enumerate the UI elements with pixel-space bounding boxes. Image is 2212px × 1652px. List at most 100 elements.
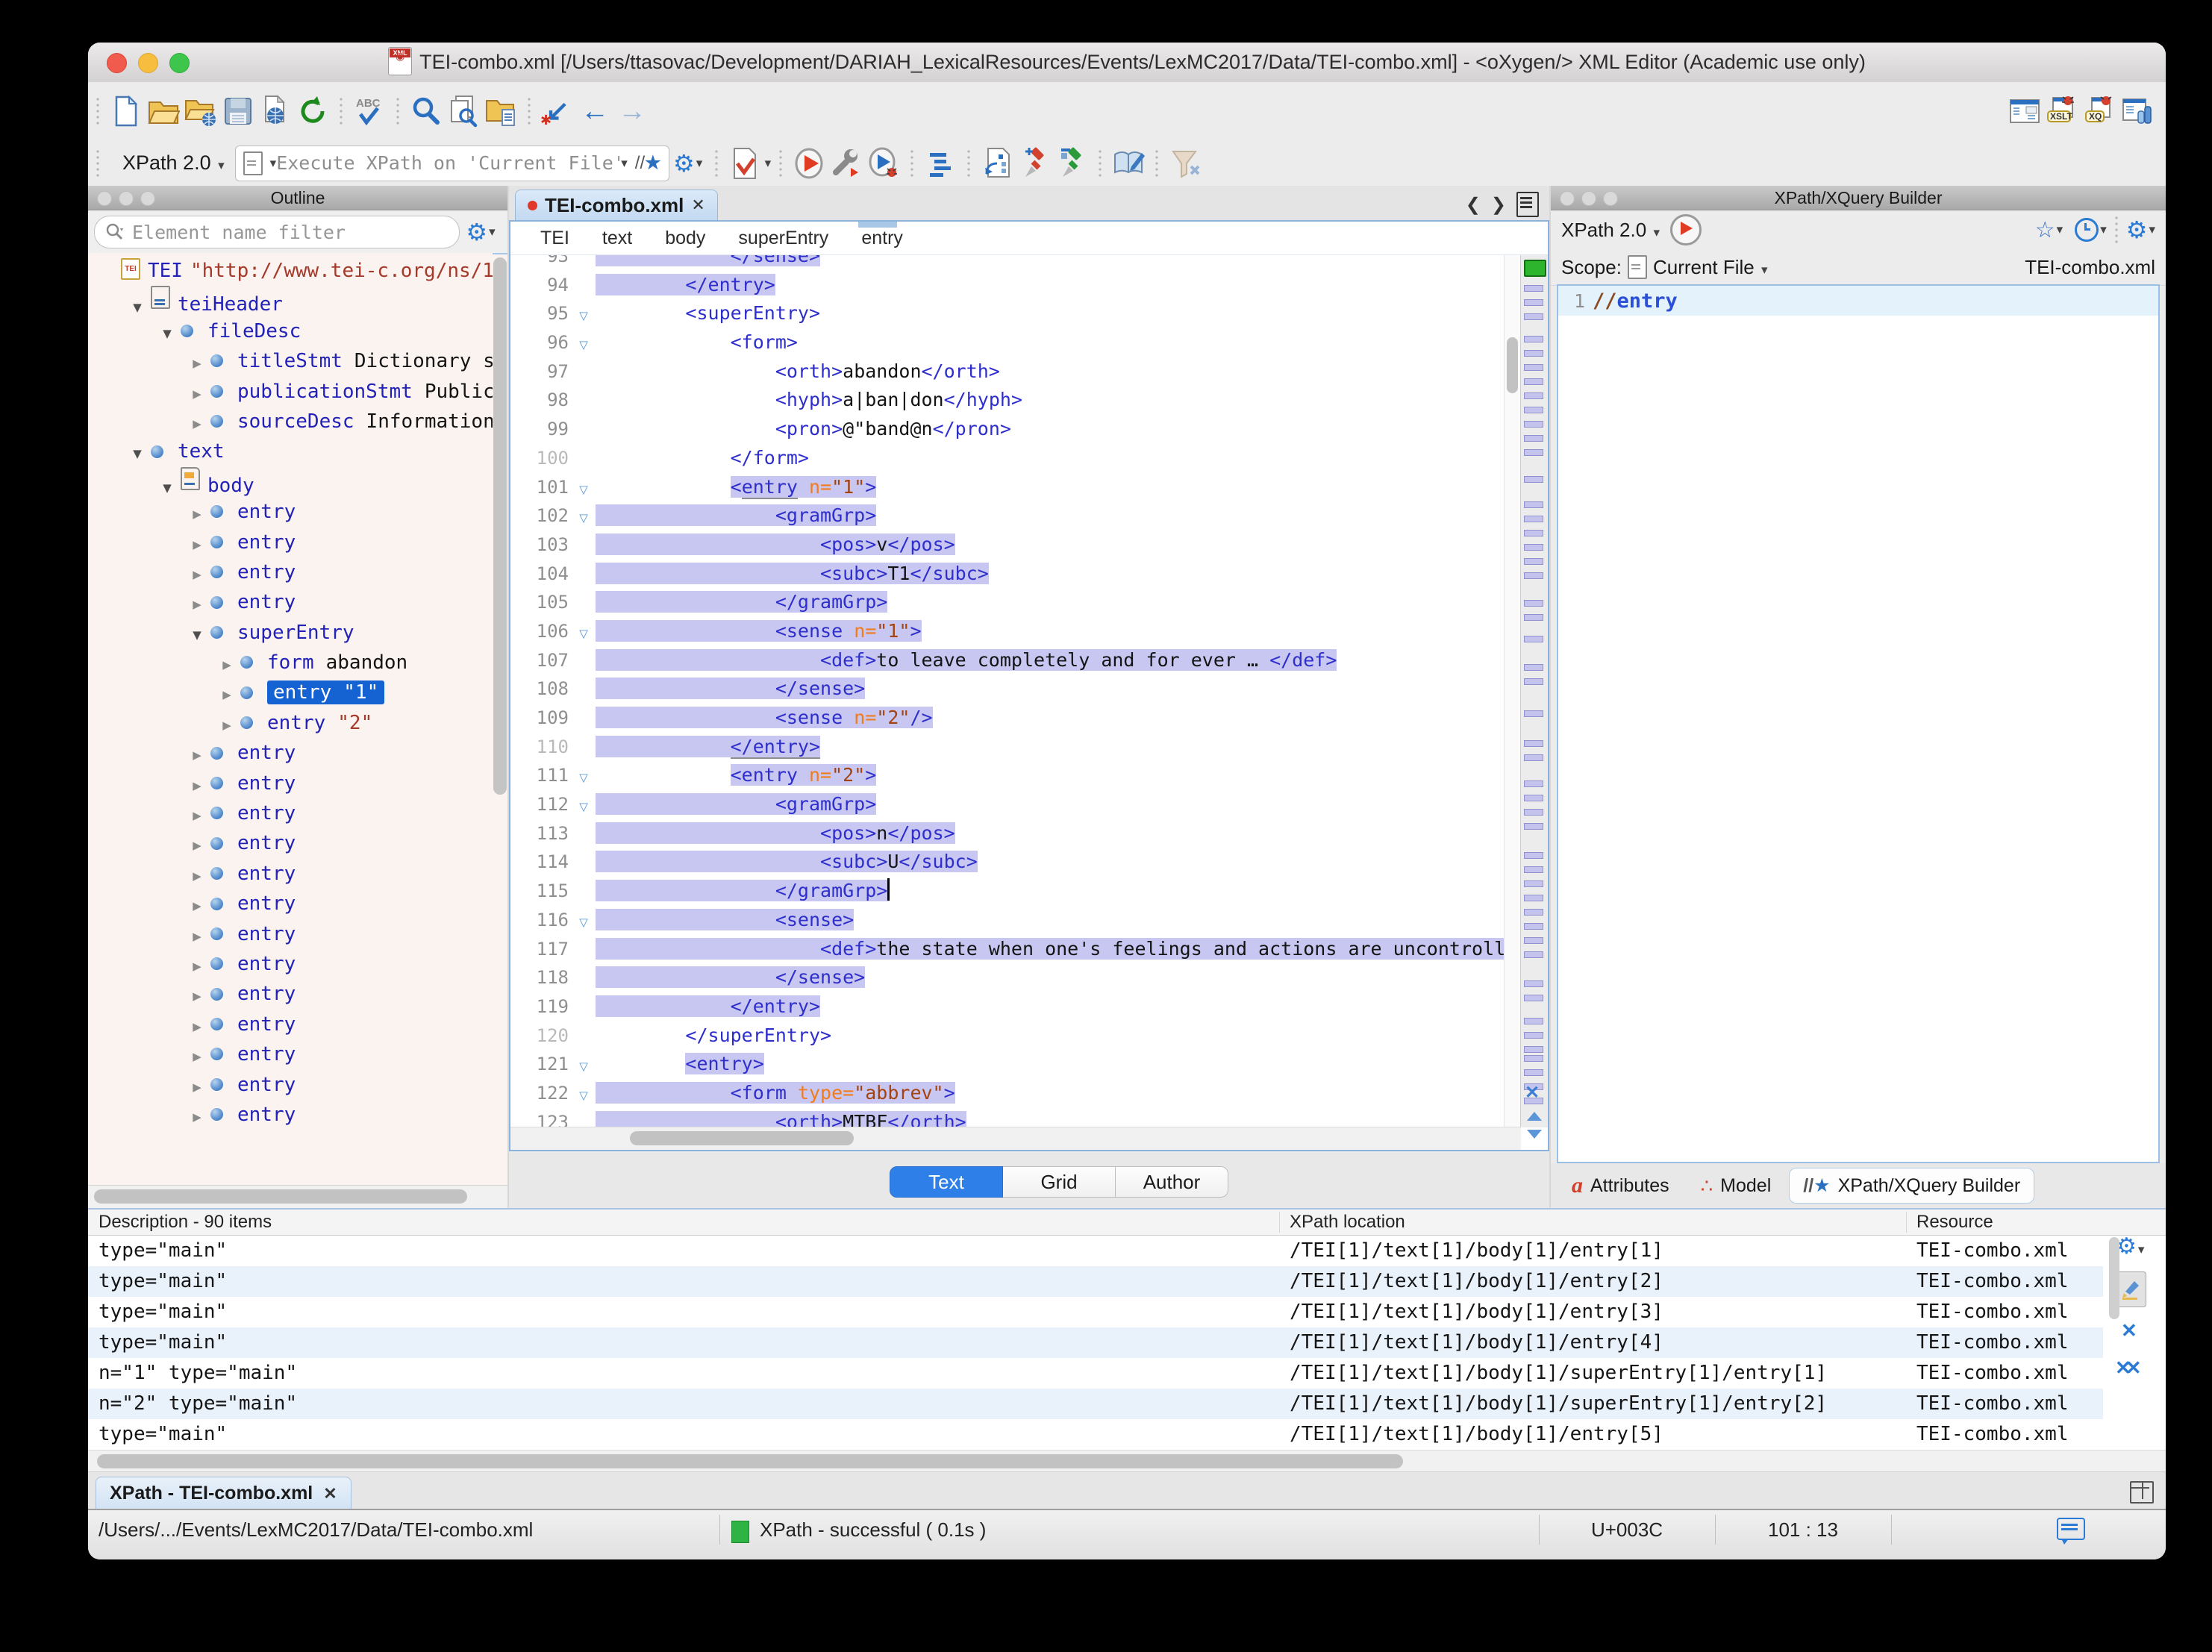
panel-buttons[interactable] (1560, 191, 1618, 206)
code-line[interactable]: 103 <pos>v</pos> (510, 531, 1521, 560)
panel-grid-icon[interactable] (2130, 1481, 2154, 1504)
collapse-icon[interactable]: ▼ (154, 473, 181, 503)
scope-dropdown[interactable]: Current File ▾ (1653, 256, 1768, 279)
code-line[interactable]: 113 <pos>n</pos> (510, 819, 1521, 848)
outline-header[interactable]: Outline (88, 186, 507, 210)
occurrence-marker[interactable] (1524, 809, 1543, 816)
outline-node[interactable]: ▶entry (88, 828, 493, 858)
occurrence-marker[interactable] (1524, 558, 1543, 565)
fold-icon[interactable]: ▽ (572, 792, 596, 822)
history-clock-icon[interactable] (2075, 218, 2099, 242)
result-row[interactable]: type="main"/TEI[1]/text[1]/body[1]/entry… (88, 1297, 2103, 1327)
occurrence-marker[interactable] (1524, 1069, 1543, 1076)
code-line[interactable]: 117 <def>the state when one's feelings a… (510, 935, 1521, 964)
fold-icon[interactable]: ▽ (572, 1081, 596, 1110)
fold-icon[interactable]: ▽ (572, 908, 596, 937)
results-horizontal-scrollbar[interactable] (88, 1450, 2166, 1473)
xpath-version-dropdown[interactable]: XPath 2.0 ▾ (122, 151, 225, 175)
breadcrumb-item-entry[interactable]: entry (861, 228, 903, 249)
expand-icon[interactable]: ▶ (184, 409, 210, 439)
occurrence-marker[interactable] (1524, 378, 1543, 385)
result-row[interactable]: type="main"/TEI[1]/text[1]/body[1]/entry… (88, 1266, 2103, 1297)
collapse-icon[interactable]: ▼ (124, 292, 151, 322)
expand-icon[interactable]: ▶ (184, 861, 210, 891)
expand-icon[interactable]: ▶ (213, 650, 240, 680)
breadcrumb-item-superEntry[interactable]: superEntry (738, 228, 828, 249)
outline-node[interactable]: ▶entry (88, 919, 493, 949)
editor-tab[interactable]: TEI-combo.xml ✕ (515, 190, 718, 220)
code-line[interactable]: 102▽ <gramGrp> (510, 501, 1521, 531)
debug-xquery-button[interactable]: XQ (2081, 93, 2118, 130)
occurrence-marker[interactable] (1524, 880, 1543, 887)
code-line[interactable]: 93 </sense> (510, 255, 1521, 271)
xpath-settings-button[interactable]: ⚙▾ (669, 145, 707, 182)
xpath-expression-editor[interactable]: 1 //entry (1557, 284, 2160, 1163)
debug-scenario-button[interactable] (865, 145, 902, 182)
transformation-scenario-button[interactable] (978, 145, 1016, 182)
outline-node[interactable]: ▶entry (88, 557, 493, 587)
code-line[interactable]: 112▽ <gramGrp> (510, 790, 1521, 819)
scrollbar-thumb[interactable] (94, 1189, 467, 1204)
occurrence-marker[interactable] (1524, 866, 1543, 873)
next-marker-icon[interactable] (1527, 1130, 1542, 1139)
fold-icon[interactable]: ▽ (572, 475, 596, 504)
expand-icon[interactable]: ▶ (184, 499, 210, 529)
resource-column-header[interactable]: Resource (1916, 1210, 1993, 1235)
fold-icon[interactable]: ▽ (572, 331, 596, 360)
occurrence-marker[interactable] (1524, 937, 1543, 944)
occurrence-marker[interactable] (1524, 740, 1543, 747)
next-editor-icon[interactable]: ❯ (1491, 194, 1506, 216)
outline-node[interactable]: ▶sourceDescInformation (88, 407, 493, 437)
close-tab-icon[interactable]: ✕ (323, 1484, 337, 1504)
fold-icon[interactable]: ▽ (572, 504, 596, 533)
code-line[interactable]: 118 </sense> (510, 963, 1521, 992)
execute-xpath-button[interactable] (1670, 214, 1702, 245)
occurrence-marker[interactable] (1524, 852, 1543, 859)
code-line[interactable]: 108 </sense> (510, 675, 1521, 704)
outline-node[interactable]: ▼teiHeader (88, 286, 493, 316)
builder-settings-button[interactable]: ⚙ (2126, 218, 2148, 242)
code-line[interactable]: 96▽ <form> (510, 328, 1521, 357)
outline-node[interactable]: ▶entry (88, 798, 493, 828)
review-edit-button[interactable] (1110, 145, 1147, 182)
expand-icon[interactable]: ▶ (184, 951, 210, 981)
xpath-column-header[interactable]: XPath location (1290, 1210, 1405, 1235)
occurrence-marker[interactable] (1524, 951, 1543, 958)
element-filter-input[interactable]: Element name filter (94, 216, 460, 248)
view-button-text[interactable]: Text (890, 1166, 1003, 1198)
find-replace-button[interactable] (407, 93, 445, 130)
builder-tab-model[interactable]: ∴Model (1687, 1168, 1785, 1204)
results-vertical-scrollbar[interactable] (2109, 1237, 2119, 1319)
occurrence-marker[interactable] (1524, 476, 1543, 483)
occurrence-marker[interactable] (1524, 664, 1543, 671)
outline-node[interactable]: ▶entry (88, 1070, 493, 1100)
clear-markers-icon[interactable]: ✕ (1525, 1082, 1540, 1104)
code-line[interactable]: 116▽ <sense> (510, 906, 1521, 935)
open-folder-button[interactable] (145, 93, 182, 130)
result-row[interactable]: type="main"/TEI[1]/text[1]/body[1]/entry… (88, 1236, 2103, 1266)
occurrence-marker[interactable] (1524, 636, 1543, 642)
outline-node[interactable]: ▶entry (88, 979, 493, 1009)
fold-icon[interactable]: ▽ (572, 301, 596, 331)
occurrence-marker[interactable] (1524, 1032, 1543, 1039)
code-line[interactable]: 115 </gramGrp> (510, 877, 1521, 906)
outline-node[interactable]: ▶entry (88, 1039, 493, 1069)
occurrence-marker[interactable] (1524, 516, 1543, 522)
code-line[interactable]: 109 <sense n="2"/> (510, 704, 1521, 733)
description-column-header[interactable]: Description - 90 items (99, 1210, 272, 1235)
expand-icon[interactable]: ▶ (184, 981, 210, 1011)
validate-button[interactable] (726, 145, 763, 182)
occurrence-marker[interactable] (1524, 449, 1543, 456)
outline-node[interactable]: ▶formabandon (88, 648, 493, 678)
chevron-down-icon[interactable]: ▾ (621, 156, 628, 171)
panel-buttons[interactable] (97, 191, 155, 206)
code-line[interactable]: 105 </gramGrp> (510, 588, 1521, 617)
remove-all-results-button[interactable]: ✕✕ (2115, 1357, 2136, 1380)
expand-icon[interactable]: ▶ (184, 560, 210, 589)
fold-icon[interactable]: ▽ (572, 763, 596, 792)
outline-node[interactable]: ▶entry (88, 528, 493, 557)
code-line[interactable]: 97 <orth>abandon</orth> (510, 357, 1521, 387)
expand-icon[interactable]: ▶ (184, 922, 210, 951)
occurrence-marker[interactable] (1524, 336, 1543, 342)
expand-icon[interactable]: ▶ (184, 530, 210, 560)
